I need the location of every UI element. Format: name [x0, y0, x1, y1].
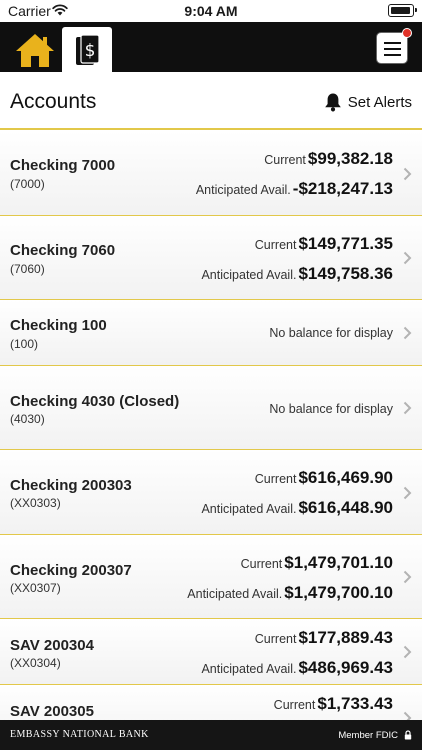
account-list: Checking 7000 (7000) Current $99,382.18 … [0, 131, 422, 720]
anticipated-balance: Anticipated Avail. $149,758.36 [201, 264, 393, 284]
notification-badge [402, 28, 412, 38]
accounts-tab[interactable]: $ [62, 27, 112, 72]
status-time: 9:04 AM [184, 3, 238, 19]
anticipated-label: Anticipated Avail. [201, 662, 297, 676]
current-amount: $616,469.90 [298, 468, 393, 487]
account-number: (100) [10, 337, 39, 351]
anticipated-balance: Anticipated Avail. $616,448.90 [201, 498, 393, 518]
anticipated-label: Anticipated Avail. [201, 502, 297, 516]
current-label: Current [254, 238, 297, 252]
member-fdic-label: Member FDIC [338, 730, 398, 741]
account-name: Checking 100 [10, 317, 107, 334]
account-row[interactable]: Checking 7000 (7000) Current $99,382.18 … [0, 131, 422, 216]
account-name: Checking 7060 [10, 242, 116, 259]
current-label: Current [264, 153, 306, 167]
account-number: (7060) [10, 262, 45, 276]
account-row[interactable]: Checking 7060 (7060) Current $149,771.35… [0, 216, 422, 300]
account-name: SAV 200304 [10, 637, 94, 654]
anticipated-label: Anticipated Avail. [195, 183, 291, 197]
current-label: Current [254, 472, 297, 486]
set-alerts-button[interactable]: Set Alerts [324, 91, 412, 113]
chevron-right-icon [403, 570, 412, 584]
current-balance: Current $1,479,701.10 [241, 553, 393, 573]
chevron-right-icon [403, 326, 412, 340]
anticipated-balance: Anticipated Avail. -$218,247.13 [196, 179, 393, 199]
account-name: Checking 7000 [10, 157, 116, 174]
chevron-right-icon [403, 401, 412, 415]
page-header: Accounts Set Alerts [0, 72, 422, 130]
anticipated-amount: $1,479,700.10 [284, 583, 393, 602]
anticipated-label: Anticipated Avail. [187, 587, 283, 601]
account-row[interactable]: SAV 200304 (XX0304) Current $177,889.43 … [0, 619, 422, 685]
current-amount: $1,733.43 [317, 694, 393, 713]
bell-icon [324, 93, 341, 112]
chevron-right-icon [403, 645, 412, 659]
current-label: Current [254, 632, 297, 646]
anticipated-balance: Anticipated Avail. $1,479,700.10 [187, 583, 393, 603]
footer-bar: EMBASSY NATIONAL BANK Member FDIC [0, 720, 422, 750]
current-balance: Current $616,469.90 [255, 468, 393, 488]
current-balance: Current $99,382.18 [264, 149, 393, 169]
anticipated-amount: $149,758.36 [298, 264, 393, 283]
home-icon [16, 34, 54, 67]
no-balance-text: No balance for display [269, 402, 393, 416]
account-row[interactable]: Checking 200307 (XX0307) Current $1,479,… [0, 535, 422, 619]
current-label: Current [273, 698, 316, 712]
account-number: (4030) [10, 412, 45, 426]
account-number: (XX0303) [10, 496, 61, 510]
page-title: Accounts [10, 90, 97, 113]
account-row[interactable]: Checking 200303 (XX0303) Current $616,46… [0, 450, 422, 535]
account-name: Checking 200307 [10, 562, 132, 579]
app-header: $ [0, 22, 422, 72]
anticipated-amount: $486,969.43 [298, 658, 393, 677]
lock-icon [404, 730, 412, 740]
anticipated-label: Anticipated Avail. [201, 268, 297, 282]
bank-name: EMBASSY NATIONAL BANK [10, 729, 149, 740]
account-name: Checking 200303 [10, 477, 132, 494]
current-balance: Current $149,771.35 [255, 234, 393, 254]
current-amount: $177,889.43 [298, 628, 393, 647]
dollar-card-icon: $ [76, 34, 100, 65]
current-amount: $1,479,701.10 [284, 553, 393, 572]
account-name: Checking 4030 (Closed) [10, 393, 180, 410]
account-name: SAV 200305 [10, 703, 94, 720]
current-amount: $149,771.35 [298, 234, 393, 253]
chevron-right-icon [403, 486, 412, 500]
current-balance: Current $177,889.43 [255, 628, 393, 648]
battery-icon [388, 4, 417, 17]
chevron-right-icon [403, 167, 412, 181]
account-number: (XX0304) [10, 656, 61, 670]
set-alerts-label: Set Alerts [347, 93, 412, 111]
menu-button[interactable] [376, 28, 412, 64]
chevron-right-icon [403, 711, 412, 720]
status-bar: Carrier 9:04 AM [0, 0, 422, 22]
chevron-right-icon [403, 251, 412, 265]
anticipated-amount: -$218,247.13 [292, 179, 393, 198]
svg-text:$: $ [85, 41, 96, 61]
account-number: (7000) [10, 177, 45, 191]
account-row[interactable]: SAV 200305 Current $1,733.43 [0, 685, 422, 720]
anticipated-balance: Anticipated Avail. $486,969.43 [201, 658, 393, 678]
account-row[interactable]: Checking 100 (100) No balance for displa… [0, 300, 422, 366]
anticipated-amount: $616,448.90 [298, 498, 393, 517]
home-button[interactable] [14, 32, 56, 70]
account-number: (XX0307) [10, 581, 61, 595]
current-balance: Current $1,733.43 [274, 694, 393, 714]
current-label: Current [240, 557, 283, 571]
current-amount: $99,382.18 [307, 149, 393, 168]
account-row[interactable]: Checking 4030 (Closed) (4030) No balance… [0, 366, 422, 450]
no-balance-text: No balance for display [269, 326, 393, 340]
